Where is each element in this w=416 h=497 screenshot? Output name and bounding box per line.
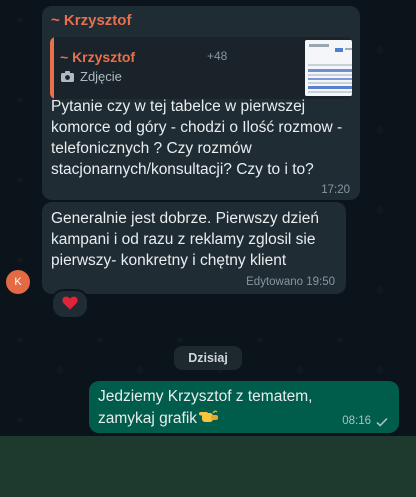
quoted-reply[interactable]: ~ Krzysztof +48 Zdjęcie bbox=[50, 37, 352, 99]
message-text: Jedziemy Krzysztof z tematem, zamykaj gr… bbox=[98, 386, 338, 429]
message-timestamp: 08:16 bbox=[342, 415, 371, 427]
pointing-hand-icon bbox=[199, 410, 219, 422]
date-divider: Dzisiaj bbox=[174, 346, 242, 370]
single-tick-icon bbox=[376, 417, 388, 427]
quote-accent-bar bbox=[50, 37, 54, 99]
heart-icon bbox=[62, 296, 78, 310]
composer-area[interactable] bbox=[0, 436, 416, 497]
quote-media-type: Zdjęcie bbox=[80, 69, 122, 84]
incoming-message[interactable]: Generalnie jest dobrze. Pierwszy dzień k… bbox=[42, 202, 346, 294]
quote-phone-number: +48 bbox=[207, 49, 228, 63]
photo-thumbnail[interactable] bbox=[305, 40, 352, 96]
message-timestamp: Edytowano 19:50 bbox=[246, 276, 335, 288]
reaction-badge[interactable] bbox=[51, 289, 89, 319]
message-text: Generalnie jest dobrze. Pierwszy dzień k… bbox=[51, 210, 319, 269]
incoming-message[interactable]: ~ Krzysztof ~ Krzysztof +48 Zdjęcie Pyta… bbox=[42, 6, 360, 200]
avatar[interactable]: K bbox=[6, 270, 30, 294]
message-timestamp: 17:20 bbox=[321, 184, 350, 196]
sender-name[interactable]: ~ Krzysztof bbox=[51, 12, 131, 29]
outgoing-message[interactable]: Jedziemy Krzysztof z tematem, zamykaj gr… bbox=[89, 381, 399, 433]
camera-icon bbox=[61, 71, 74, 82]
message-text: Pytanie czy w tej tabelce w pierwszej ko… bbox=[51, 98, 343, 178]
quote-sender-name: ~ Krzysztof bbox=[60, 49, 136, 65]
